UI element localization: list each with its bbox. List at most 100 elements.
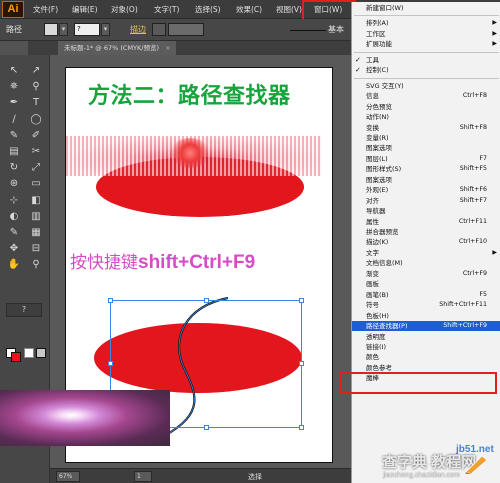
window-menu-item-23[interactable]: 文档信息(M): [352, 258, 500, 268]
tool-icon-20[interactable]: ✎: [4, 225, 24, 241]
handle-left[interactable]: [108, 361, 113, 366]
tool-icon-11[interactable]: ✂: [26, 144, 46, 160]
tool-icon-16[interactable]: ⊹: [4, 193, 24, 209]
stroke-label[interactable]: 描边: [130, 24, 146, 35]
window-menu-item-2[interactable]: 工作区 ▶: [352, 29, 500, 39]
window-menu-item-17[interactable]: 对齐 Shift+F7: [352, 196, 500, 206]
tool-icon-14[interactable]: ⊛: [4, 176, 24, 192]
artboard-number-field[interactable]: 1: [134, 471, 152, 482]
menu-edit[interactable]: 编辑(E): [72, 0, 98, 19]
purple-glow-overlay: [0, 390, 170, 446]
checkmark-icon: ✓: [355, 55, 361, 64]
window-menu-item-14[interactable]: 图形样式(S) Shift+F5: [352, 164, 500, 174]
handle-top-right[interactable]: [299, 298, 304, 303]
stroke-swatch[interactable]: [11, 352, 21, 362]
handle-bottom[interactable]: [204, 425, 209, 430]
stroke-color-field[interactable]: ?: [74, 23, 100, 36]
window-menu-item-label: 分色预览: [366, 102, 392, 111]
tool-icon-10[interactable]: ▤: [4, 144, 24, 160]
window-menu-item-6[interactable]: SVG 交互(Y): [352, 81, 500, 91]
window-menu-item-1[interactable]: 排列(A) ▶: [352, 18, 500, 28]
gradient-swatch-icon[interactable]: [36, 348, 46, 358]
handle-right[interactable]: [299, 361, 304, 366]
window-menu-item-25[interactable]: 画板: [352, 279, 500, 289]
tab-close-icon[interactable]: ×: [165, 44, 170, 52]
window-menu-item-7[interactable]: 信息 Ctrl+F8: [352, 91, 500, 101]
window-menu-item-30[interactable]: 透明度: [352, 332, 500, 342]
menu-separator: [354, 15, 499, 17]
window-menu-item-5[interactable]: ✓ 控制(C): [352, 65, 500, 75]
tool-icon-2[interactable]: ✵: [4, 79, 24, 95]
tool-icon-5[interactable]: T: [26, 95, 46, 111]
window-menu-item-label: 扩展功能: [366, 40, 392, 49]
tool-icon-4[interactable]: ✒: [4, 95, 24, 111]
tool-icon-3[interactable]: ⚲: [26, 79, 46, 95]
tool-icon-6[interactable]: ∕: [4, 112, 24, 128]
window-menu-item-31[interactable]: 链接(I): [352, 342, 500, 352]
stroke-weight-field[interactable]: [168, 23, 204, 36]
zoom-field[interactable]: 67%: [56, 471, 80, 482]
window-menu-item-shortcut: Ctrl+F9: [462, 269, 487, 277]
tool-icon-9[interactable]: ✐: [26, 128, 46, 144]
window-menu-item-3[interactable]: 扩展功能 ▶: [352, 39, 500, 49]
window-menu-item-16[interactable]: 外观(E) Shift+F6: [352, 185, 500, 195]
handle-top-left[interactable]: [108, 298, 113, 303]
menu-type[interactable]: 文字(T): [154, 0, 179, 19]
tab-document[interactable]: 未标题-1* @ 67% (CMYK/预览) ×: [58, 41, 177, 55]
pathfinder-callout: [339, 372, 497, 394]
tool-icon-15[interactable]: ▭: [26, 176, 46, 192]
stroke-weight-stepper[interactable]: [152, 23, 166, 36]
brush-definition-label[interactable]: 基本: [328, 24, 344, 35]
default-colors-icon[interactable]: [24, 348, 34, 358]
menu-file[interactable]: 文件(F): [33, 0, 58, 19]
window-menu-item-26[interactable]: 画笔(B) F5: [352, 290, 500, 300]
window-menu-item-19[interactable]: 属性 Ctrl+F11: [352, 217, 500, 227]
fill-color-swatch[interactable]: [44, 23, 58, 36]
fill-stroke-swatches[interactable]: [6, 348, 46, 362]
tool-icon-12[interactable]: ↻: [4, 160, 24, 176]
window-menu-item-label: 导航器: [366, 207, 386, 216]
tool-icon-18[interactable]: ◐: [4, 209, 24, 225]
window-menu-item-18[interactable]: 导航器: [352, 206, 500, 216]
stroke-dropdown[interactable]: ▾: [101, 23, 110, 36]
tool-icon-1[interactable]: ↗: [26, 63, 46, 79]
menu-select[interactable]: 选择(S): [195, 0, 221, 19]
window-menu-item-12[interactable]: 图案选项: [352, 143, 500, 153]
window-menu-item-label: 工具: [366, 55, 379, 64]
window-menu-item-4[interactable]: ✓ 工具: [352, 55, 500, 65]
tool-icon-19[interactable]: ▥: [26, 209, 46, 225]
window-menu-item-shortcut: Shift+F6: [459, 186, 487, 194]
tool-icon-21[interactable]: ▦: [26, 225, 46, 241]
menu-object[interactable]: 对象(O): [111, 0, 138, 19]
handle-top[interactable]: [204, 298, 209, 303]
tool-icon-22[interactable]: ✥: [4, 241, 24, 257]
window-menu-item-13[interactable]: 图层(L) F7: [352, 154, 500, 164]
window-menu-item-22[interactable]: 文字 ▶: [352, 248, 500, 258]
window-menu-item-32[interactable]: 颜色: [352, 352, 500, 362]
menu-effect[interactable]: 效果(C): [236, 0, 262, 19]
handle-bottom-right[interactable]: [299, 425, 304, 430]
window-menu-item-shortcut: Shift+F5: [459, 165, 487, 173]
tool-icon-24[interactable]: ✋: [4, 257, 24, 273]
window-menu-item-20[interactable]: 拼合器预览: [352, 227, 500, 237]
tool-icon-17[interactable]: ◧: [26, 193, 46, 209]
window-menu-item-24[interactable]: 渐变 Ctrl+F9: [352, 269, 500, 279]
window-menu-item-29[interactable]: 路径查找器(P) Shift+Ctrl+F9: [352, 321, 500, 332]
tool-icon-23[interactable]: ⊟: [26, 241, 46, 257]
tool-icon-13[interactable]: ⤢: [26, 160, 46, 176]
window-menu-item-27[interactable]: 符号 Shift+Ctrl+F11: [352, 300, 500, 310]
tool-icon-7[interactable]: ◯: [26, 112, 46, 128]
tool-icon-8[interactable]: ✎: [4, 128, 24, 144]
window-menu-item-11[interactable]: 变量(R): [352, 133, 500, 143]
window-menu-item-28[interactable]: 色板(H): [352, 311, 500, 321]
tool-icon-0[interactable]: ↖: [4, 63, 24, 79]
window-menu-item-21[interactable]: 描边(K) Ctrl+F10: [352, 237, 500, 247]
window-menu-item-8[interactable]: 分色预览: [352, 102, 500, 112]
fill-dropdown[interactable]: ▾: [59, 23, 68, 36]
window-menu-item-15[interactable]: 图案选项: [352, 175, 500, 185]
tool-icon-25[interactable]: ⚲: [26, 257, 46, 273]
window-menu-item-10[interactable]: 变换 Shift+F8: [352, 123, 500, 133]
window-menu-item-0[interactable]: 新建窗口(W): [352, 3, 500, 13]
window-menu-item-9[interactable]: 动作(N): [352, 112, 500, 122]
menu-view[interactable]: 视图(V): [276, 0, 302, 19]
